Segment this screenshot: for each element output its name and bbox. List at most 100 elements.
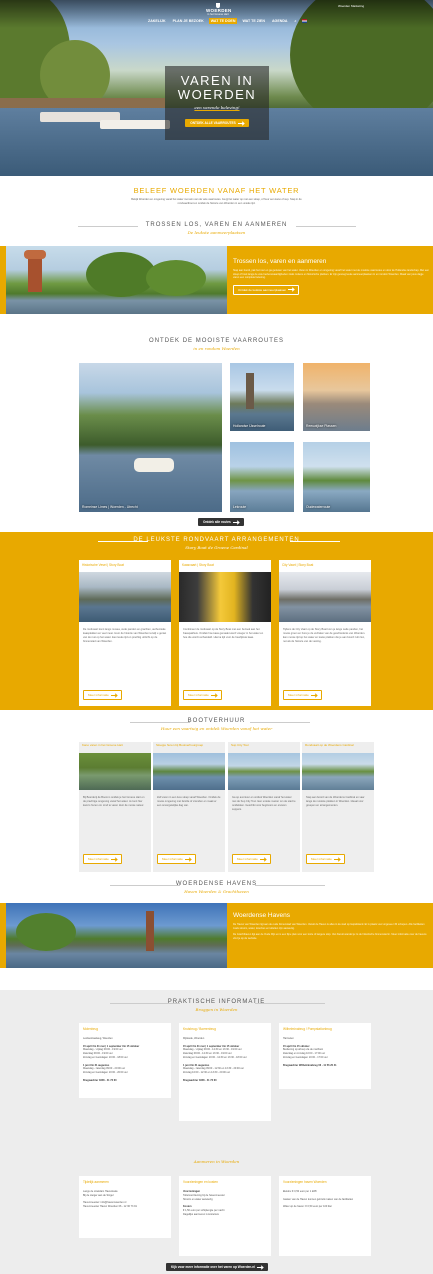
card-title: Kaasvaart | Story Boat [182,563,214,567]
info-line: 1 juni t/m 31 augustus [83,1063,110,1067]
all-routes-button[interactable]: Ontdek alle routes [198,518,244,526]
section-subtitle: De leukste aanmeerplaatsen [187,230,246,235]
info-line: Brugwachter 0348 - 41 73 60 [83,1078,117,1082]
card-title: Historische Vesel | Story Boat [82,563,124,567]
arrow-right-icon [110,858,117,860]
info-line: Langs de strekdam Havenkade [83,1190,118,1193]
section-title-text: BOOTVERHUUR [187,718,246,724]
route-caption: Romeinse Limes | Woerden - Utrecht [82,505,138,509]
rental-card[interactable]: Kano varen in het Groene Hart Bij Boerde… [79,742,151,872]
card-title: Sup City Tour [231,743,249,747]
nav-item-zakelijk[interactable]: ZAKELIJK [146,18,168,24]
marketing-link[interactable]: Woerden Marketing [338,4,364,8]
more-info-button[interactable]: Meer informatie [83,690,122,700]
info-line: Zondag en feestdagen 10:00 - 18:00 uur [83,1055,128,1059]
card-image [179,572,271,622]
rental-card[interactable]: Sup City Tour Ga op avontuur en ontdek W… [228,742,300,872]
route-tile-ijssel[interactable]: Hollandse IJsselroute [230,363,294,431]
nav-item-wat-te-doen[interactable]: WAT TE DOEN [208,18,238,24]
feature-title: Trossen los, varen en aanmeren [233,258,327,265]
section-title-routes: ONTDEK DE MOOISTE VAARROUTES in en rondo… [0,338,433,351]
section-subtitle: Aanmeren in Woerden [193,1159,240,1164]
route-caption: Reeuwijkse Plassen [306,424,337,428]
search-icon[interactable]: ⌕ [293,18,299,24]
info-line: Toiletvoorziening bij de havenmeester [183,1193,225,1197]
info-line: Harmelen [283,1037,294,1040]
more-info-button[interactable]: Meer informatie [83,854,122,864]
card-title: Sloepje huren bij Bootverhuurgroep [156,743,204,747]
card-text: Ga op avontuur en ontdek Woerden vanaf h… [232,796,296,811]
arrangement-card[interactable]: City Vaart | Story Boat Tijdens de City … [279,560,371,706]
info-line: 15 april t/m 31 mei | 1 september t/m 15… [83,1044,140,1048]
section-subtitle: Story Boat de Groene Cardinal [185,545,248,550]
info-line: Zondag en feestdagen 10:00 - 12:30 en 13… [183,1055,247,1059]
arrangement-card[interactable]: Historische Vesel | Story Boat De rondva… [79,560,171,706]
section-title-text: PRAKTISCHE INFORMATIE [161,999,272,1005]
section-title-harbors: WOERDENSE HAVENS Haven Woerden & Grachth… [0,881,433,894]
rental-card[interactable]: Rondvaart op de Woerdens Cardinal Stap a… [302,742,374,872]
arrow-right-icon [110,694,117,696]
rental-card[interactable]: Sloepje huren bij Bootverhuurgroep Zelf … [153,742,225,872]
arrow-right-icon [333,858,340,860]
feature-button[interactable]: Ontdek de leukste aanmeerplaatsen [233,284,300,295]
section-title-text: WOERDENSE HAVENS [175,881,258,887]
flag-nl-icon[interactable] [301,19,307,23]
logo-sub: in het Groene Hart [207,13,229,16]
card-title: Wilhelminabrug / Pompstationbrug [283,1027,332,1031]
info-line: 15 april t/m 15 oktober [283,1044,310,1048]
arrangement-card[interactable]: Kaasvaart | Story Boat Combineer de rond… [179,560,271,706]
feature-harbors: Woerdense Havens De Haven van Woerden li… [0,903,433,968]
site-logo[interactable]: WOERDEN in het Groene Hart [206,3,231,16]
info-line: Zondag 10:00 - 12:30 en 13:30 - 20:00 uu… [183,1071,231,1075]
info-line: Zaterdag 09:00 - 19:00 uur [83,1052,113,1056]
more-info-button[interactable]: Meer informatie [232,854,271,864]
info-line: Voorzieningen [183,1190,201,1193]
card-title: Voorzieningen en kosten [183,1180,218,1184]
arrow-right-icon [288,289,295,291]
info-line: Leidsestraatweg, Woerden [83,1037,113,1040]
mooring-card: Voorzieningen en kosten Voorzieningen To… [179,1176,271,1256]
intro-title: BELEEF WOERDEN VANAF HET WATER [133,186,300,195]
info-line: Maandag - zaterdag 09:00 - 20:00 uur [83,1067,126,1071]
arrow-right-icon [232,521,239,523]
info-line: Zondag en feestdagen 10:00 - 20:00 uur [83,1071,128,1075]
nav-item-wat-te-zien[interactable]: WAT TE ZIEN [240,18,267,24]
info-line: Zaterdag en zondag 10:00 - 17:00 uur [283,1052,326,1056]
bridge-card-molenbrug: Molenbrug Leidsestraatweg, Woerden 15 ap… [79,1023,171,1098]
nav-item-agenda[interactable]: AGENDA [270,18,290,24]
card-text: Tijdens de City Vaart op de Story Boat k… [283,628,366,643]
hero-routes-button[interactable]: ONTDEK ALLE VAARROUTES [185,119,249,127]
route-tile-limes[interactable]: Romeinse Limes | Woerden - Utrecht [79,363,222,512]
info-line: Havenmeester Haven Woerden 06 - 12 36 73… [83,1205,137,1209]
section-title-text: ONTDEK DE MOOISTE VAARROUTES [149,338,284,344]
route-tile-oudewater[interactable]: Oudewaterroute [303,442,370,512]
more-info-button[interactable]: Meer informatie [283,690,322,700]
info-line: Maandag - vrijdag 09:00 - 19:00 uur [83,1048,123,1052]
tree [16,913,76,951]
section-subtitle: in en rondom Woerden [193,346,240,351]
card-image [279,572,371,622]
card-image [79,753,151,790]
route-tile-plassen[interactable]: Reeuwijkse Plassen [303,363,370,431]
more-info-button[interactable]: Meer informatie [306,854,345,864]
info-line: Gasten van de Haven kunnen gebruik maken… [283,1197,354,1201]
route-tile-lek[interactable]: Lekroute [230,442,294,512]
section-title-practical: PRAKTISCHE INFORMATIE Bruggen in Woerden [0,999,433,1012]
card-title: Tijdelijk aanmeren [83,1180,109,1184]
card-image [228,753,300,790]
arrow-right-icon [184,858,191,860]
route-caption: Hollandse IJsselroute [233,424,266,428]
hero-title-1: VAREN IN [180,73,254,88]
arrow-right-icon [259,858,266,860]
nav-item-plan[interactable]: PLAN JE BEZOEK [171,18,206,24]
arrow-right-icon [210,694,217,696]
section-subtitle: Huur een vaartuig en ontdek Woerden vana… [160,726,273,731]
more-info-button[interactable]: Meer informatie [157,854,196,864]
more-info-button[interactable]: Meer informatie [183,690,222,700]
feature-text-2: De Grachthaven ligt aan de Oude Rijn en … [233,933,427,940]
card-title: Voorzieningen haven Woerden [283,1180,327,1184]
card-title: Kruisbrug / Boerenbrug [183,1027,216,1031]
more-info-woerden-button[interactable]: Kijk voor meer informatie over het varen… [166,1263,269,1271]
card-image [79,572,171,622]
arrow-right-icon [257,1266,264,1268]
